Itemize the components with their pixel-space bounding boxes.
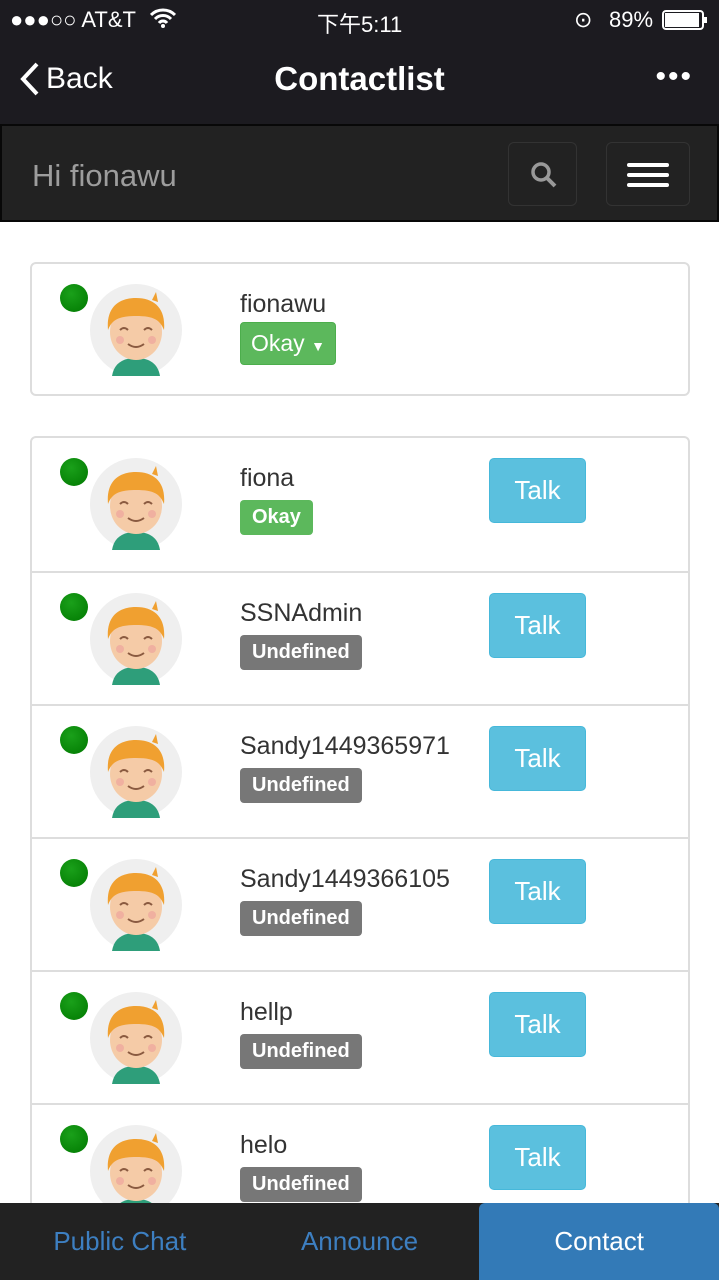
avatar [90, 859, 182, 951]
my-name: fionawu [240, 290, 327, 318]
clock: 下午5:11 [317, 12, 403, 37]
status-badge: Undefined [240, 1034, 362, 1069]
avatar [90, 992, 182, 1084]
search-icon [531, 162, 557, 188]
contact-row: hellp Undefined Talk [32, 970, 688, 1103]
contact-row: SSNAdmin Undefined Talk [32, 571, 688, 704]
tab-contact[interactable]: Contact [479, 1203, 719, 1280]
talk-button[interactable]: Talk [489, 992, 586, 1057]
battery-percent: 89% [609, 7, 654, 32]
online-indicator [60, 726, 88, 754]
talk-button[interactable]: Talk [489, 726, 586, 791]
contact-list: fiona Okay Talk SSNAdmin Undefined Talk … [30, 436, 690, 1236]
contact-name: fiona [240, 464, 295, 492]
contact-name: Sandy1449366105 [240, 865, 450, 893]
tab-public-chat[interactable]: Public Chat [0, 1203, 240, 1280]
online-indicator [60, 284, 88, 312]
online-indicator [60, 1125, 88, 1153]
talk-button[interactable]: Talk [489, 593, 586, 658]
status-value: Okay [251, 330, 305, 356]
online-indicator [60, 458, 88, 486]
contact-row: Sandy1449366105 Undefined Talk [32, 837, 688, 970]
avatar [90, 458, 182, 550]
menu-button[interactable] [606, 142, 690, 206]
contact-row: fiona Okay Talk [32, 438, 688, 571]
more-icon[interactable]: ••• [655, 60, 693, 94]
search-button[interactable] [508, 142, 577, 206]
navigation-bar: Back Contactlist ••• [0, 40, 719, 124]
contact-name: helo [240, 1131, 288, 1159]
page-title: Contactlist [274, 60, 445, 97]
status-badge: Undefined [240, 1167, 362, 1202]
online-indicator [60, 593, 88, 621]
tab-announce[interactable]: Announce [240, 1203, 480, 1280]
bottom-tab-bar: Public Chat Announce Contact [0, 1203, 719, 1280]
carrier: ●●●○○ AT&T [10, 7, 136, 32]
wifi-icon [149, 7, 177, 35]
avatar [90, 284, 182, 376]
status-badge: Okay [240, 500, 313, 535]
app-header: Hi fionawu [0, 124, 719, 222]
status-badge: Undefined [240, 768, 362, 803]
contact-name: Sandy1449365971 [240, 732, 450, 760]
contact-name: SSNAdmin [240, 599, 363, 627]
online-indicator [60, 859, 88, 887]
online-indicator [60, 992, 88, 1020]
status-badge: Undefined [240, 901, 362, 936]
battery-icon [662, 10, 708, 36]
rotation-lock-icon: ⊙ [574, 7, 593, 32]
contact-row: Sandy1449365971 Undefined Talk [32, 704, 688, 837]
contact-name: hellp [240, 998, 293, 1026]
avatar [90, 593, 182, 685]
my-profile-card: fionawu Okay ▼ [30, 262, 690, 396]
talk-button[interactable]: Talk [489, 458, 586, 523]
talk-button[interactable]: Talk [489, 1125, 586, 1190]
caret-down-icon: ▼ [311, 338, 325, 354]
status-dropdown[interactable]: Okay ▼ [240, 322, 336, 365]
greeting: Hi fionawu [32, 158, 177, 193]
talk-button[interactable]: Talk [489, 859, 586, 924]
status-badge: Undefined [240, 635, 362, 670]
status-bar: ●●●○○ AT&T 下午5:11 ⊙ 89% [0, 0, 719, 40]
avatar [90, 726, 182, 818]
